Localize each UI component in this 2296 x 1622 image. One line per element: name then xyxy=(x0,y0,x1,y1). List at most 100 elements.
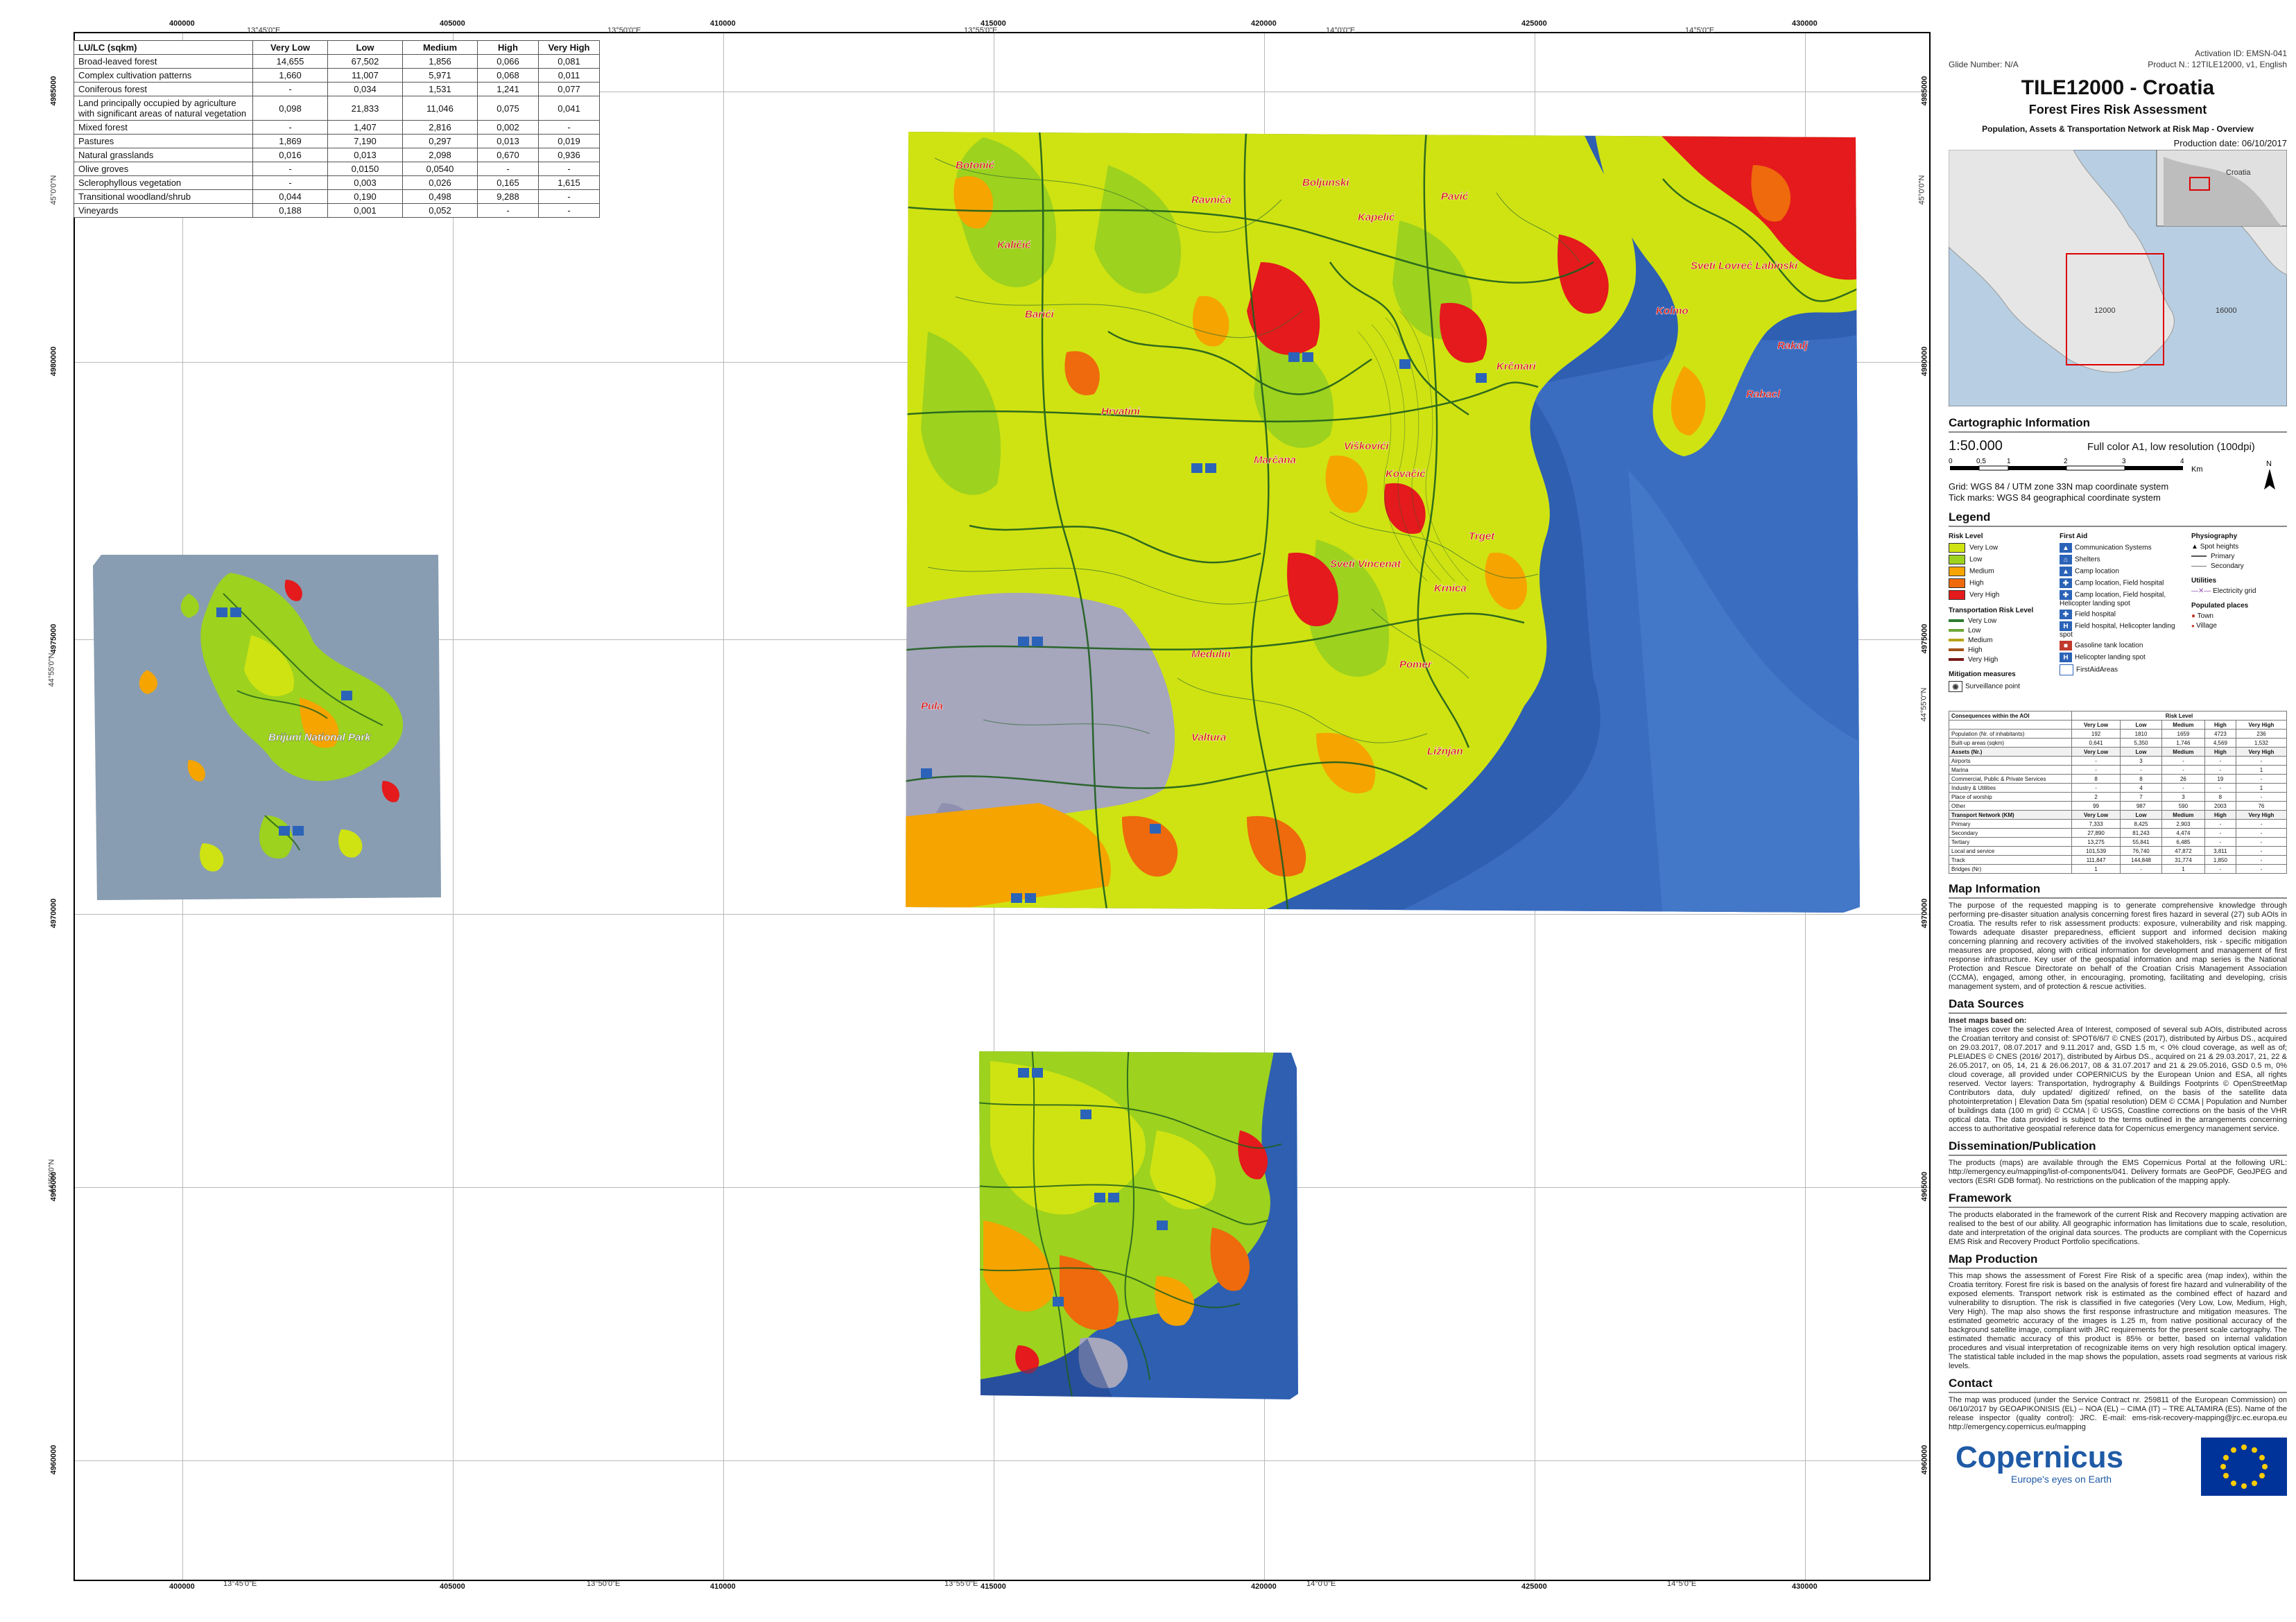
legend-line xyxy=(2191,555,2207,558)
legend-label: Very Low xyxy=(1968,617,1997,625)
coord-label: 13°45'0"E xyxy=(223,1580,257,1588)
south-risk-map[interactable] xyxy=(976,1047,1305,1404)
copernicus-tagline: Europe's eyes on Earth xyxy=(2011,1474,2112,1485)
table-cell: 1,869 xyxy=(252,134,328,148)
legend-swatch xyxy=(1949,555,1965,564)
section-heading: Map Information xyxy=(1949,882,2287,899)
coord-label: 13°50'0"E xyxy=(607,26,641,35)
north-label: N xyxy=(2266,460,2272,468)
coord-label: 400000 xyxy=(169,1582,195,1591)
column-header: Medium xyxy=(2161,810,2205,820)
legend-heading: Transportation Risk Level xyxy=(1949,607,2034,614)
table-cell: 0,013 xyxy=(327,148,403,162)
table-cell: - xyxy=(538,120,600,135)
consequences-table: Consequences within the AOI Risk Level V… xyxy=(1949,711,2288,874)
table-cell: - xyxy=(2120,864,2162,874)
row-label: Mixed forest xyxy=(74,120,253,135)
table-cell: 2,816 xyxy=(402,120,478,135)
table-cell: 1 xyxy=(2235,765,2288,775)
table-row: Broad-leaved forest 14,655 67,502 1,856 0,06… xyxy=(74,54,600,69)
table-cell: - xyxy=(2235,756,2288,766)
coord-label: 4985000 xyxy=(49,76,58,106)
map-label: Viškovići xyxy=(1344,440,1389,452)
copernicus-logo: Copernicus Europe's eyes on Earth xyxy=(1956,1442,2123,1485)
legend-label: Shelters xyxy=(2075,555,2100,564)
carto-section: Cartographic Information 1:50.000 Full c… xyxy=(1949,416,2287,505)
table-cell: 0,002 xyxy=(477,120,539,135)
map-label: Kapelić xyxy=(1358,212,1395,223)
overview-label: 16000 xyxy=(2216,307,2237,315)
coord-label: 4980000 xyxy=(49,346,58,377)
legend-heading: Populated places xyxy=(2191,602,2249,610)
gas-tank-icon: ■ xyxy=(2060,641,2072,650)
legend-label: Camp location, Field hospital xyxy=(2075,579,2164,587)
map-label: Krnica xyxy=(1434,583,1467,594)
legend-label: FirstAidAreas xyxy=(2076,666,2118,674)
table-cell: - xyxy=(2235,774,2288,784)
lulc-table: LU/LC (sqkm) Very Low Low Medium High Ve… xyxy=(74,40,600,218)
table-cell: 111,847 xyxy=(2071,855,2121,865)
table-cell: - xyxy=(477,162,539,176)
coord-label: 4975000 xyxy=(49,623,58,654)
overview-map[interactable]: Croatia 12000 16000 xyxy=(1949,150,2287,406)
main-risk-map[interactable]: Botonić Boljunski Ravniča Kapelić Kaliči… xyxy=(900,123,1871,918)
table-cell: 2 xyxy=(2071,792,2121,802)
table-cell: 26 xyxy=(2161,774,2205,784)
row-label: Vineyards xyxy=(74,203,253,218)
table-cell: 0,0150 xyxy=(327,162,403,176)
table-row: Pastures 1,869 7,190 0,297 0,013 0,019 xyxy=(74,134,600,148)
section-subheading: Inset maps based on: xyxy=(1949,1017,2027,1025)
map-frame[interactable]: Botonić Boljunski Ravniča Kapelić Kaliči… xyxy=(74,32,1931,1581)
table-cell: 9,288 xyxy=(477,189,539,204)
column-header: Medium xyxy=(2161,747,2205,757)
table-cell: 0,188 xyxy=(252,203,328,218)
map-label: Ližnjan xyxy=(1427,745,1463,757)
table-cell: - xyxy=(2120,765,2162,775)
coord-label: 45°0'0"N xyxy=(49,175,58,205)
legend-label: Town xyxy=(2197,612,2213,620)
table-cell: 0,068 xyxy=(477,68,539,83)
column-header: Low xyxy=(2120,720,2162,730)
grid-line xyxy=(723,33,724,1580)
legend-swatch xyxy=(1949,567,1965,576)
legend-swatch xyxy=(1949,590,1965,600)
table-cell: - xyxy=(2235,846,2288,856)
table-cell: 0,011 xyxy=(538,68,600,83)
section-heading: Map Production xyxy=(1949,1252,2287,1269)
coord-label: 4970000 xyxy=(1920,898,1929,929)
coord-label: 13°55'0"E xyxy=(964,26,998,35)
table-cell: - xyxy=(2204,765,2236,775)
table-cell: - xyxy=(2204,837,2236,847)
table-cell: - xyxy=(2071,765,2121,775)
table-cell: 0,075 xyxy=(477,96,539,121)
legend-label: High xyxy=(1969,579,1984,587)
map-label: Krčmari xyxy=(1496,361,1537,372)
column-header: High xyxy=(2204,810,2236,820)
table-row: Mixed forest -1,407 2,816 0,002- xyxy=(74,120,600,135)
surveillance-icon: ◉ xyxy=(1949,681,1962,692)
column-header: Very Low xyxy=(2071,747,2121,757)
scale-tick-label: 4 xyxy=(2180,458,2184,465)
column-header: LU/LC (sqkm) xyxy=(74,40,253,55)
map-label-island: Brijuni National Park xyxy=(268,732,371,743)
row-label: Commercial, Public & Private Services xyxy=(1949,774,2072,784)
table-cell: 1,660 xyxy=(252,68,328,83)
table-cell: 0,297 xyxy=(402,134,478,148)
scale-unit: Km xyxy=(2191,465,2203,474)
table-cell: 2003 xyxy=(2204,801,2236,811)
table-cell: 5,971 xyxy=(402,68,478,83)
legend-heading: First Aid xyxy=(2060,533,2088,540)
coord-label: 415000 xyxy=(981,1582,1006,1591)
north-arrow-icon: N xyxy=(2264,460,2275,490)
map-label: Valtura xyxy=(1191,732,1226,743)
legend-line xyxy=(2191,565,2207,567)
side-panel: Glide Number: N/A Activation ID: EMSN-04… xyxy=(1949,49,2288,1617)
island-risk-map[interactable]: Brijuni National Park xyxy=(92,552,452,907)
map-label: Kaličić xyxy=(997,239,1031,251)
production-date: Production date: 06/10/2017 xyxy=(2173,138,2287,148)
legend-label: Spot heights xyxy=(2200,543,2239,551)
overview-label: Croatia xyxy=(2226,169,2251,177)
column-header: Low xyxy=(327,40,403,55)
legend-line xyxy=(1949,648,1964,652)
legend-label: Very Low xyxy=(1969,544,1999,552)
